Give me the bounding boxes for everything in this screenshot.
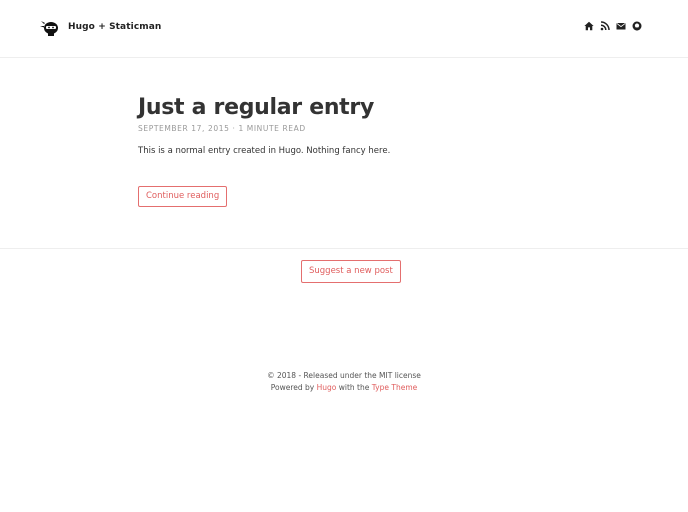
github-icon[interactable]: [632, 21, 642, 31]
section-divider: [0, 248, 688, 249]
site-title[interactable]: Hugo + Staticman: [68, 22, 161, 32]
continue-reading-button[interactable]: Continue reading: [138, 186, 228, 207]
site-header: Hugo + Staticman: [0, 0, 688, 58]
envelope-icon[interactable]: [616, 21, 626, 31]
footer-powered-line: Powered by Hugo with the Type Theme: [0, 382, 688, 394]
footer-copyright: © 2018 - Released under the MIT license: [267, 371, 421, 380]
home-icon[interactable]: [584, 21, 594, 31]
suggest-new-post-button[interactable]: Suggest a new post: [301, 260, 401, 283]
rss-icon[interactable]: [600, 21, 610, 31]
post-excerpt: This is a normal entry created in Hugo. …: [138, 146, 391, 156]
ninja-logo-icon: [40, 21, 58, 36]
post-meta: September 17, 2015 · 1 minute read: [138, 124, 306, 133]
footer-with-text: with the: [338, 383, 370, 392]
brand[interactable]: Hugo + Staticman: [40, 18, 161, 36]
footer-powered-prefix: Powered by: [270, 383, 315, 392]
hugo-link[interactable]: Hugo: [317, 383, 337, 392]
social-links: [584, 21, 642, 31]
type-theme-link[interactable]: Type Theme: [372, 383, 417, 392]
post-entry: Just a regular entry September 17, 2015 …: [138, 95, 558, 156]
site-footer: © 2018 - Released under the MIT license …: [0, 370, 688, 394]
post-title[interactable]: Just a regular entry: [138, 95, 558, 121]
